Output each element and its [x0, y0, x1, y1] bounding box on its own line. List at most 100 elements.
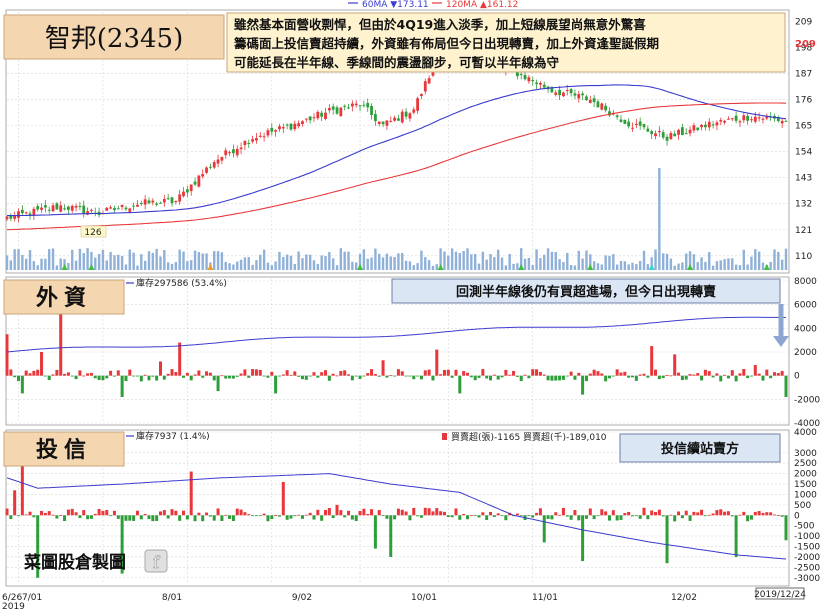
ma120-legend-text: 120MA ▲161.12: [446, 0, 518, 10]
trust-bar: [657, 509, 661, 516]
foreign-bar: [561, 375, 565, 380]
trust-bar: [531, 515, 535, 518]
trust-bar: [554, 512, 558, 516]
candle-body: [750, 119, 753, 121]
candle-body: [704, 124, 707, 128]
foreign-bar: [565, 375, 569, 377]
volume-bar: [447, 255, 450, 270]
volume-bar: [493, 257, 496, 270]
foreign-bar: [297, 375, 301, 377]
x-tick-label: 8/01: [162, 593, 182, 603]
volume-bar: [301, 258, 304, 270]
foreign-bar: [446, 369, 450, 376]
candle-body: [535, 82, 538, 85]
volume-bar: [236, 261, 239, 270]
foreign-bar: [665, 375, 669, 376]
foreign-bar: [642, 373, 646, 376]
volume-bar: [477, 263, 481, 270]
candle-body: [24, 212, 28, 214]
volume-bar: [612, 254, 615, 270]
trust-bar: [634, 515, 638, 517]
volume-bar: [143, 260, 147, 270]
candle-body: [642, 124, 646, 128]
trust-bar: [201, 515, 205, 522]
candle-body: [661, 132, 665, 138]
trust-bar: [396, 508, 400, 516]
candle-body: [90, 209, 93, 211]
volume-bar: [681, 262, 684, 270]
foreign-bar: [423, 370, 427, 376]
volume-bar: [685, 253, 688, 270]
trust-bar: [185, 515, 189, 520]
volume-marker: [61, 264, 68, 270]
candle-body: [761, 118, 765, 120]
volume-bar: [562, 262, 565, 270]
volume-bar: [147, 251, 151, 270]
trust-bar: [492, 515, 496, 517]
foreign-bar: [158, 361, 162, 376]
volume-bar: [109, 251, 112, 270]
candle-body: [239, 147, 243, 150]
ma120-line: [6, 102, 787, 231]
trust-bar: [32, 515, 36, 518]
foreign-bar: [358, 375, 362, 379]
trust-bar: [469, 515, 473, 516]
candle-body: [278, 126, 281, 130]
date-label: 2019/12/24: [754, 590, 806, 600]
foreign-bar: [128, 369, 132, 376]
candle-body: [212, 162, 216, 168]
foreign-bar: [285, 370, 289, 376]
candle-body: [189, 184, 193, 192]
trust-bar: [124, 515, 128, 521]
candle-body: [113, 208, 116, 211]
foreign-bar: [312, 372, 316, 376]
volume-bar: [754, 249, 757, 270]
volume-bar: [71, 249, 74, 270]
candle-body: [155, 203, 159, 205]
foreign-bar: [308, 375, 312, 377]
trust-bar: [358, 510, 362, 516]
foreign-bar: [711, 375, 715, 378]
trust-bar: [220, 515, 224, 521]
trust-bar: [419, 515, 423, 518]
foreign-net-bars: [5, 310, 788, 397]
volume-bar: [658, 168, 661, 270]
foreign-bar: [139, 375, 143, 382]
foreign-bar: [331, 373, 335, 376]
volume-bar: [293, 263, 297, 270]
volume-bar: [424, 257, 427, 270]
foreign-bar: [596, 371, 600, 376]
trust-y-tick: 0: [794, 511, 800, 521]
foreign-bar: [450, 375, 454, 378]
foreign-bar: [197, 370, 201, 376]
volume-bar: [101, 249, 105, 270]
candle-body: [366, 102, 370, 108]
trust-bar: [208, 515, 212, 517]
trust-bar: [734, 515, 738, 557]
volume-bar: [535, 249, 538, 270]
candle-body: [753, 116, 757, 122]
trust-bar: [446, 515, 450, 517]
trust-bar: [416, 515, 420, 517]
volume-marker: [207, 264, 214, 270]
trust-bar: [642, 507, 646, 516]
trust-bar: [281, 481, 285, 516]
trust-bar: [719, 509, 723, 516]
candle-body: [40, 207, 43, 210]
candle-body: [335, 107, 339, 114]
trust-bar: [546, 515, 550, 519]
volume-bar: [48, 249, 51, 270]
trust-bar: [569, 515, 573, 520]
foreign-bar: [93, 375, 97, 379]
candle-body: [139, 203, 143, 205]
foreign-bar: [74, 375, 78, 380]
candle-body: [638, 121, 642, 126]
trust-bar: [86, 515, 90, 520]
trust-bar: [696, 512, 700, 516]
foreign-bar: [135, 375, 139, 377]
candle-body: [350, 103, 354, 107]
volume-bar: [558, 259, 561, 270]
foreign-bar: [546, 375, 550, 381]
volume-bar: [255, 260, 258, 270]
foreign-bar: [377, 375, 381, 377]
